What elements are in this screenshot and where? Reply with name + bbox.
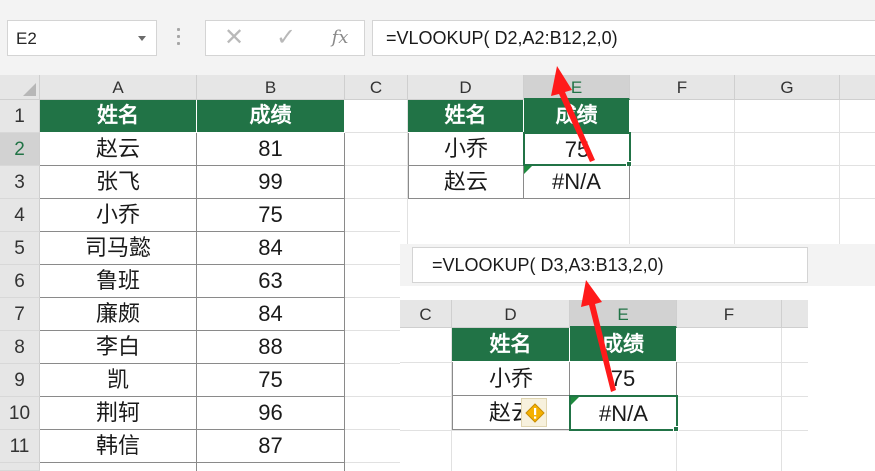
error-result-cell[interactable]: #N/A — [524, 166, 630, 199]
score-cell[interactable]: 75 — [197, 199, 345, 232]
name-cell[interactable]: 韩信 — [40, 430, 197, 463]
row-header[interactable]: 8 — [0, 331, 40, 364]
insert-function-icon[interactable]: fx — [320, 23, 360, 53]
gridline — [345, 363, 400, 364]
formula-input[interactable]: =VLOOKUP( D2,A2:B12,2,0) — [372, 20, 875, 56]
gridline — [345, 231, 400, 232]
chevron-down-icon[interactable] — [138, 36, 146, 41]
name-cell[interactable]: 廉颇 — [40, 298, 197, 331]
lookup-name-cell[interactable]: 赵云 — [408, 166, 524, 199]
gridline — [345, 297, 400, 298]
column-header-f[interactable]: F — [630, 75, 735, 100]
score-cell[interactable]: 99 — [197, 166, 345, 199]
cancel-icon[interactable]: ✕ — [214, 23, 254, 53]
name-cell[interactable]: 凯 — [40, 364, 197, 397]
column-header-a[interactable]: A — [40, 75, 197, 100]
inset-column-header-e[interactable]: E — [570, 300, 677, 328]
exclamation-diamond-icon — [525, 403, 545, 423]
gridline — [345, 429, 400, 430]
column-header-next[interactable] — [840, 75, 875, 100]
inset-header-score[interactable]: 成绩 — [570, 328, 677, 362]
inset-header-name[interactable]: 姓名 — [452, 328, 570, 362]
inset-error-cell[interactable]: #N/A — [569, 395, 678, 431]
row-header[interactable]: 3 — [0, 166, 40, 199]
row-header[interactable]: 4 — [0, 199, 40, 232]
score-cell[interactable]: 88 — [197, 331, 345, 364]
row-header[interactable]: 10 — [0, 397, 40, 430]
name-box[interactable]: E2 — [7, 20, 157, 56]
row-header[interactable]: 9 — [0, 364, 40, 397]
row-header[interactable]: 5 — [0, 232, 40, 265]
score-cell[interactable]: 81 — [197, 133, 345, 166]
inset-name-cell[interactable]: 小乔 — [452, 362, 570, 396]
score-cell[interactable]: 87 — [197, 430, 345, 463]
inset-column-header-d[interactable]: D — [452, 300, 570, 328]
inset-formula-text: =VLOOKUP( D3,A3:B13,2,0) — [432, 255, 664, 275]
lookup-header-score[interactable]: 成绩 — [524, 100, 630, 133]
name-cell[interactable]: 鲁班 — [40, 265, 197, 298]
inset-fill-handle[interactable] — [673, 426, 679, 432]
column-header-c[interactable]: C — [345, 75, 408, 100]
drag-handle-icon[interactable] — [177, 28, 181, 50]
formula-buttons: ✕ ✓ fx — [205, 20, 365, 56]
score-cell[interactable]: 84 — [197, 232, 345, 265]
score-cell[interactable]: 84 — [197, 298, 345, 331]
row-header[interactable]: 6 — [0, 265, 40, 298]
lookup-header-name[interactable]: 姓名 — [408, 100, 524, 133]
row-header-partial[interactable] — [0, 463, 40, 471]
inset-gap — [400, 286, 875, 300]
select-all-corner[interactable] — [0, 75, 40, 100]
name-cell[interactable]: 赵云 — [40, 133, 197, 166]
gridline — [345, 264, 400, 265]
score-cell[interactable]: 96 — [197, 397, 345, 430]
error-warning-button[interactable] — [521, 398, 547, 427]
selected-result-cell[interactable]: 75 — [523, 132, 631, 166]
gridline — [345, 396, 400, 397]
score-cell[interactable]: 63 — [197, 265, 345, 298]
inset-score-cell[interactable]: 75 — [570, 362, 677, 396]
name-cell[interactable] — [40, 463, 197, 471]
column-header-b[interactable]: B — [197, 75, 345, 100]
gridline — [345, 462, 400, 463]
gridline — [781, 328, 782, 471]
gridline — [734, 100, 735, 244]
gridline — [345, 330, 400, 331]
row-header[interactable]: 11 — [0, 430, 40, 463]
name-cell[interactable]: 李白 — [40, 331, 197, 364]
gridline — [839, 100, 840, 244]
column-header-d[interactable]: D — [408, 75, 524, 100]
row-header[interactable]: 2 — [0, 133, 40, 166]
header-cell-name[interactable]: 姓名 — [40, 100, 197, 133]
inset-formula-input[interactable]: =VLOOKUP( D3,A3:B13,2,0) — [412, 247, 808, 283]
score-cell[interactable] — [197, 463, 345, 471]
inset-name-cell[interactable]: 赵云 — [452, 396, 570, 430]
header-cell-score[interactable]: 成绩 — [197, 100, 345, 133]
name-cell[interactable]: 司马懿 — [40, 232, 197, 265]
name-cell[interactable]: 张飞 — [40, 166, 197, 199]
score-cell[interactable]: 75 — [197, 364, 345, 397]
column-header-g[interactable]: G — [735, 75, 840, 100]
inset-column-header-next[interactable] — [782, 300, 808, 328]
enter-icon[interactable]: ✓ — [266, 23, 306, 53]
column-header-e[interactable]: E — [524, 75, 630, 100]
name-box-value: E2 — [16, 29, 37, 48]
lookup-name-cell[interactable]: 小乔 — [408, 133, 524, 166]
inset-column-header-f[interactable]: F — [677, 300, 782, 328]
row-header[interactable]: 1 — [0, 100, 40, 133]
formula-text: =VLOOKUP( D2,A2:B12,2,0) — [386, 28, 618, 48]
inset-column-header-c[interactable]: C — [400, 300, 452, 328]
name-cell[interactable]: 荆轲 — [40, 397, 197, 430]
row-header[interactable]: 7 — [0, 298, 40, 331]
name-cell[interactable]: 小乔 — [40, 199, 197, 232]
